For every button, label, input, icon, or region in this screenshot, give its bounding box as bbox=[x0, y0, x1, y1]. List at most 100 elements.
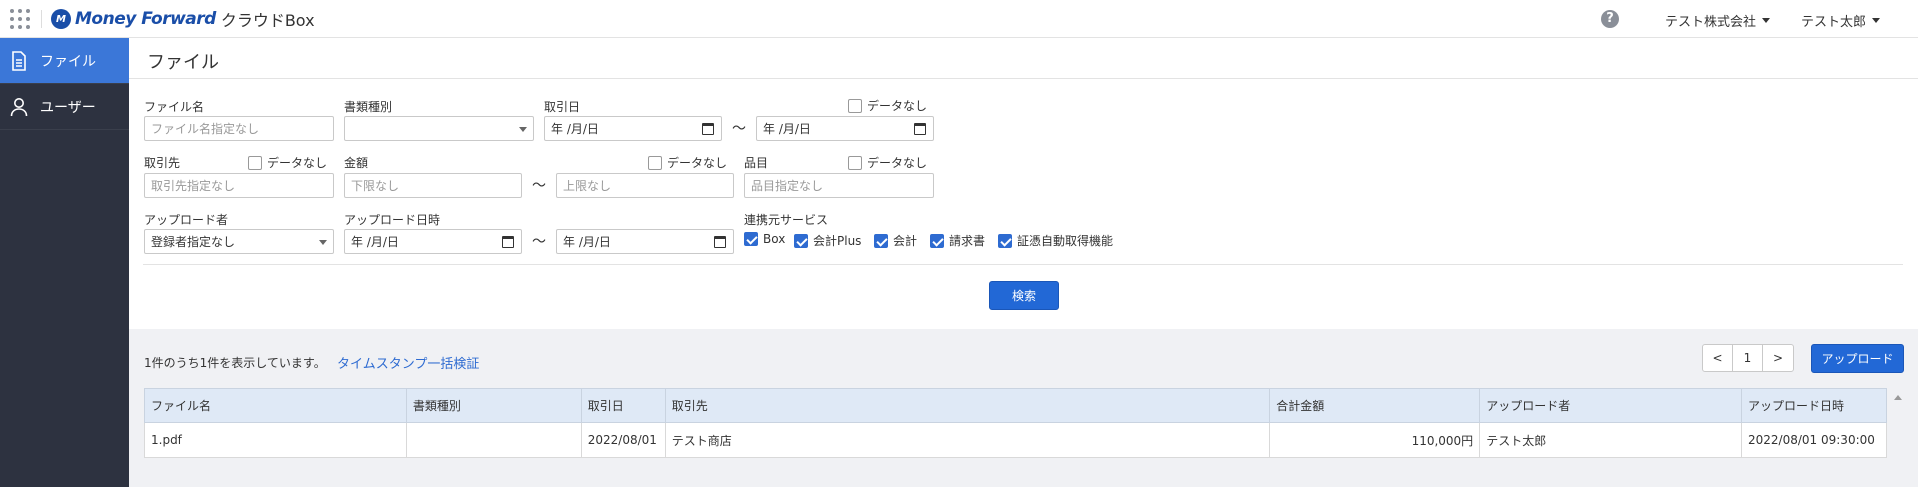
sidebar-item-label: ユーザー bbox=[40, 99, 96, 116]
checkbox-label: データなし bbox=[267, 156, 328, 170]
upload-date-from-input[interactable]: 年 /月/日 bbox=[344, 229, 522, 254]
table-row[interactable]: 1.pdf 2022/08/01 テスト商店 110,000円 テスト太郎 20… bbox=[144, 422, 1887, 458]
column-header-tx-date[interactable]: 取引日 bbox=[580, 388, 666, 423]
calendar-icon bbox=[702, 123, 714, 135]
column-header-upload-datetime[interactable]: アップロード日時 bbox=[1741, 388, 1887, 423]
checkbox-label: 請求書 bbox=[949, 234, 986, 248]
pager-next-button[interactable]: > bbox=[1763, 345, 1793, 371]
column-header-file-name[interactable]: ファイル名 bbox=[144, 388, 407, 423]
date-placeholder: 年 /月/日 bbox=[763, 122, 811, 136]
checkbox-checked-icon bbox=[874, 233, 888, 248]
services-label: 連携元サービス bbox=[744, 213, 829, 227]
doc-type-select[interactable] bbox=[344, 116, 534, 141]
checkbox-label: データなし bbox=[867, 156, 928, 170]
amount-min-input[interactable]: 下限なし bbox=[344, 173, 522, 198]
page-title: ファイル bbox=[147, 52, 219, 73]
sidebar-item-label: ファイル bbox=[40, 53, 96, 70]
checkbox-icon bbox=[248, 155, 262, 170]
divider bbox=[129, 78, 1918, 79]
range-separator: 〜 bbox=[732, 121, 746, 137]
user-icon bbox=[10, 97, 28, 117]
file-table: ファイル名 書類種別 取引日 取引先 合計金額 アップロード者 アップロード日時… bbox=[144, 388, 1887, 458]
column-header-uploader[interactable]: アップロード者 bbox=[1479, 388, 1743, 423]
pagination: < 1 > bbox=[1702, 344, 1794, 372]
scroll-up-icon[interactable] bbox=[1894, 395, 1902, 400]
tx-date-to-input[interactable]: 年 /月/日 bbox=[756, 116, 934, 141]
chevron-down-icon bbox=[319, 240, 327, 245]
chevron-down-icon bbox=[1872, 18, 1881, 23]
chevron-down-icon bbox=[519, 127, 527, 132]
partner-input[interactable]: 取引先指定なし bbox=[144, 173, 334, 198]
checkbox-checked-icon bbox=[998, 233, 1012, 248]
company-menu[interactable]: テスト株式会社 bbox=[1665, 11, 1771, 30]
pager-page-1[interactable]: 1 bbox=[1733, 345, 1763, 371]
search-button[interactable]: 検索 bbox=[989, 281, 1059, 310]
sidebar-item-users[interactable]: ユーザー bbox=[0, 84, 129, 130]
service-box-checkbox[interactable]: Box bbox=[744, 232, 785, 246]
item-no-data-checkbox[interactable]: データなし bbox=[848, 154, 927, 171]
result-count: 1件のうち1件を表示しています。 bbox=[144, 356, 326, 370]
tx-date-no-data-checkbox[interactable]: データなし bbox=[848, 97, 927, 114]
upload-button[interactable]: アップロード bbox=[1811, 344, 1904, 373]
checkbox-checked-icon bbox=[930, 233, 944, 248]
checkbox-label: Box bbox=[763, 232, 786, 246]
checkbox-icon bbox=[848, 98, 862, 113]
header-divider bbox=[41, 10, 42, 28]
service-invoice-checkbox[interactable]: 請求書 bbox=[930, 232, 985, 249]
document-icon bbox=[10, 50, 28, 71]
checkbox-label: データなし bbox=[667, 156, 728, 170]
logo-brand: Money Forward bbox=[75, 9, 216, 29]
sidebar: ファイル ユーザー bbox=[0, 38, 129, 487]
logo-product: クラウドBox bbox=[220, 11, 315, 30]
checkbox-label: 会計Plus bbox=[813, 234, 862, 248]
timestamp-verify-link[interactable]: タイムスタンプ一括検証 bbox=[337, 353, 479, 372]
calendar-icon bbox=[714, 236, 726, 248]
service-accounting-checkbox[interactable]: 会計 bbox=[874, 232, 917, 249]
doc-type-label: 書類種別 bbox=[344, 100, 393, 114]
checkbox-checked-icon bbox=[794, 233, 808, 248]
column-header-amount[interactable]: 合計金額 bbox=[1269, 388, 1481, 423]
date-placeholder: 年 /月/日 bbox=[563, 235, 611, 249]
table-header-row: ファイル名 書類種別 取引日 取引先 合計金額 アップロード者 アップロード日時 bbox=[144, 388, 1887, 423]
column-header-doc-type[interactable]: 書類種別 bbox=[405, 388, 582, 423]
service-accounting-plus-checkbox[interactable]: 会計Plus bbox=[794, 232, 861, 249]
calendar-icon bbox=[914, 123, 926, 135]
item-label: 品目 bbox=[744, 156, 769, 170]
checkbox-label: データなし bbox=[867, 99, 928, 113]
cell-upload-datetime: 2022/08/01 09:30:00 bbox=[1741, 422, 1887, 458]
upload-datetime-label: アップロード日時 bbox=[344, 213, 441, 227]
app-switcher-icon[interactable] bbox=[10, 9, 30, 29]
range-separator: 〜 bbox=[532, 178, 546, 194]
service-auto-receipt-checkbox[interactable]: 証憑自動取得機能 bbox=[998, 232, 1113, 249]
money-forward-logo-icon: M bbox=[51, 9, 71, 29]
cell-tx-date: 2022/08/01 bbox=[580, 422, 666, 458]
divider bbox=[143, 264, 1903, 265]
user-name: テスト太郎 bbox=[1801, 15, 1867, 30]
cell-file-name[interactable]: 1.pdf bbox=[144, 422, 407, 458]
file-name-label: ファイル名 bbox=[144, 100, 205, 114]
amount-max-input[interactable]: 上限なし bbox=[556, 173, 734, 198]
upload-date-to-input[interactable]: 年 /月/日 bbox=[556, 229, 734, 254]
date-placeholder: 年 /月/日 bbox=[551, 122, 599, 136]
top-bar: M Money Forward クラウドBox ? テスト株式会社 テスト太郎 bbox=[0, 0, 1918, 38]
pager-prev-button[interactable]: < bbox=[1703, 345, 1733, 371]
amount-no-data-checkbox[interactable]: データなし bbox=[648, 154, 727, 171]
help-icon[interactable]: ? bbox=[1601, 10, 1619, 28]
user-menu[interactable]: テスト太郎 bbox=[1801, 11, 1881, 30]
checkbox-icon bbox=[648, 155, 662, 170]
range-separator: 〜 bbox=[532, 234, 546, 250]
sidebar-item-files[interactable]: ファイル bbox=[0, 38, 129, 84]
tx-date-label: 取引日 bbox=[544, 100, 581, 114]
calendar-icon bbox=[502, 236, 514, 248]
cell-partner: テスト商店 bbox=[664, 422, 1271, 458]
company-name: テスト株式会社 bbox=[1665, 15, 1757, 30]
column-header-partner[interactable]: 取引先 bbox=[664, 388, 1271, 423]
app-logo[interactable]: M Money Forward クラウドBox bbox=[51, 8, 315, 30]
results-panel: 1件のうち1件を表示しています。 タイムスタンプ一括検証 < 1 > アップロー… bbox=[129, 329, 1918, 487]
item-input[interactable]: 品目指定なし bbox=[744, 173, 934, 198]
file-name-input[interactable]: ファイル名指定なし bbox=[144, 116, 334, 141]
partner-no-data-checkbox[interactable]: データなし bbox=[248, 154, 327, 171]
uploader-select[interactable]: 登録者指定なし bbox=[144, 229, 334, 254]
tx-date-from-input[interactable]: 年 /月/日 bbox=[544, 116, 722, 141]
cell-amount: 110,000円 bbox=[1269, 422, 1481, 458]
